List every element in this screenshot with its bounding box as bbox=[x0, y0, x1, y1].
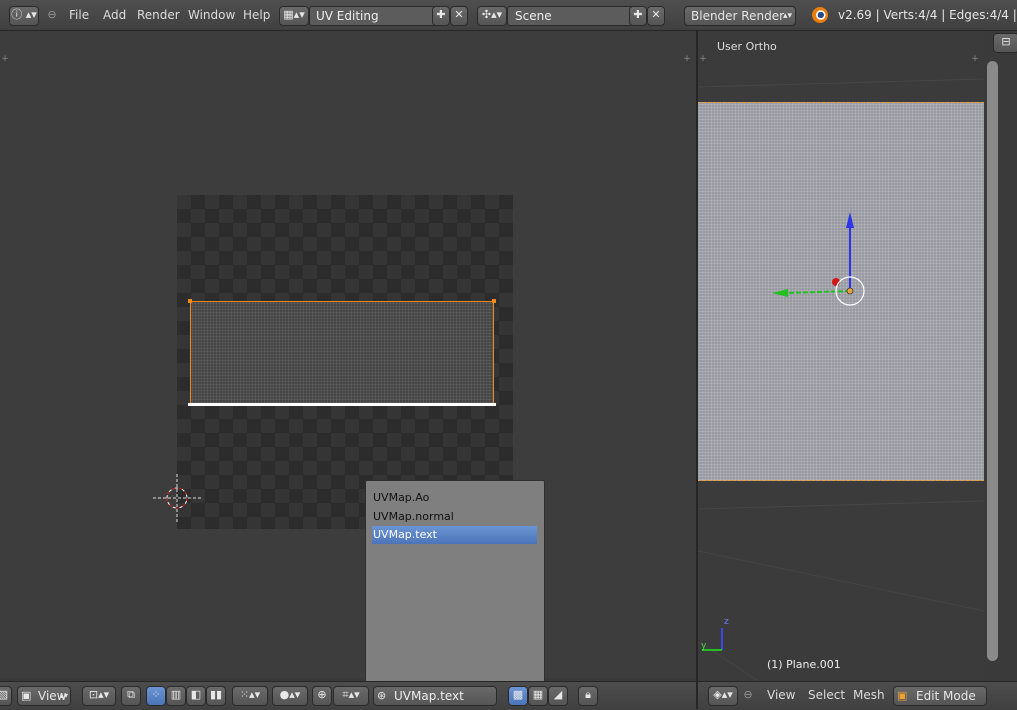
axis-label-y: y bbox=[701, 641, 707, 651]
scene-field[interactable]: Scene bbox=[507, 6, 634, 26]
collapse-menu-icon[interactable]: ⊖ bbox=[742, 687, 754, 703]
uv-map-option-text[interactable]: UVMap.text bbox=[372, 526, 537, 544]
uv-vertex[interactable] bbox=[188, 299, 192, 303]
cube-icon: ◈▴▾ bbox=[713, 688, 733, 701]
display-channel-button[interactable]: ◢ bbox=[548, 686, 568, 706]
blender-logo-icon bbox=[812, 7, 828, 23]
snap-element-selector[interactable]: ⌗▴▾ bbox=[333, 686, 369, 706]
uv-vertex[interactable] bbox=[492, 299, 496, 303]
close-scene-icon[interactable]: ✕ bbox=[647, 6, 665, 26]
viewport-label: User Ortho bbox=[717, 40, 777, 53]
axis-label-z: z bbox=[724, 617, 729, 627]
pivot-point-selector[interactable]: ⊡▴▾ bbox=[82, 686, 116, 706]
region-toggle-left-icon[interactable]: + bbox=[0, 51, 10, 64]
view-menu-dropdown[interactable]: ▣ View ▴▾ bbox=[17, 686, 71, 706]
object-info: (1) Plane.001 bbox=[767, 658, 841, 671]
snap-toggle[interactable]: ⊕ bbox=[312, 686, 332, 706]
lock-icon[interactable]: 🔒︎ bbox=[578, 686, 598, 706]
proportional-edit-selector[interactable]: ●▴▾ bbox=[272, 686, 308, 706]
close-screen-icon[interactable]: ✕ bbox=[450, 6, 468, 26]
menu-view[interactable]: View bbox=[767, 688, 795, 702]
layout-icon: ▦▴▾ bbox=[283, 8, 305, 21]
editor-type-icon[interactable]: ▧ bbox=[0, 686, 12, 706]
add-screen-icon[interactable]: ✚ bbox=[432, 6, 450, 26]
screen-layout-selector[interactable]: ▦▴▾ bbox=[279, 6, 309, 26]
scene-icon: ✣▴▾ bbox=[481, 8, 503, 21]
transform-manipulator[interactable] bbox=[768, 206, 868, 316]
mode-dropdown[interactable]: ▣ Edit Mode bbox=[893, 686, 987, 706]
uv-face[interactable] bbox=[188, 299, 496, 405]
screen-layout-field[interactable]: UV Editing bbox=[309, 6, 437, 26]
region-toggle-left-icon[interactable]: + bbox=[698, 51, 708, 64]
editor-type-icon[interactable]: ⊟ bbox=[993, 33, 1017, 53]
viewport-scrollbar[interactable] bbox=[987, 61, 998, 661]
uv-map-selector[interactable]: ⊛ UVMap.text bbox=[373, 686, 497, 706]
sync-selection-toggle[interactable]: ⧉ bbox=[121, 686, 141, 706]
menu-render[interactable]: Render bbox=[137, 8, 180, 22]
info-header: ⓘ ▴▾ ⊖ File Add Render Window Help ▦▴▾ U… bbox=[0, 0, 1017, 31]
scene-selector[interactable]: ✣▴▾ bbox=[477, 6, 507, 26]
uv-map-field[interactable]: UVMap.text bbox=[394, 687, 464, 705]
menu-file[interactable]: File bbox=[69, 8, 89, 22]
island-select-mode-button[interactable]: ▮▮ bbox=[206, 686, 226, 706]
viewport-toolbar-strip bbox=[984, 31, 1017, 681]
3d-viewport-header: ◈▴▾ ⊖ View Select Mesh ▣ Edit Mode bbox=[698, 681, 1017, 710]
editor-type-selector[interactable]: ⓘ ▴▾ bbox=[9, 6, 39, 26]
menu-help[interactable]: Help bbox=[243, 8, 270, 22]
sync-icon: ⧉ bbox=[127, 688, 135, 701]
image-icon: ▣ bbox=[21, 689, 32, 702]
render-engine-dropdown[interactable]: Blender Render ▴▾ bbox=[684, 6, 796, 26]
3d-viewport[interactable]: User Ortho + + z y (1) Plane.001 bbox=[698, 31, 1017, 681]
menu-select[interactable]: Select bbox=[808, 688, 845, 702]
face-select-mode-button[interactable]: ◧ bbox=[186, 686, 206, 706]
edge-select-mode-button[interactable]: ▥ bbox=[166, 686, 186, 706]
scene-statistics: v2.69 | Verts:4/4 | Edges:4/4 | Faces bbox=[838, 8, 1017, 22]
vertex-select-mode-button[interactable]: ⁘ bbox=[146, 686, 166, 706]
uv-map-dropdown-menu: UVMap.Ao UVMap.normal UVMap.text bbox=[365, 480, 545, 686]
editor-type-selector[interactable]: ◈▴▾ bbox=[708, 686, 738, 706]
region-toggle-right-icon[interactable]: + bbox=[682, 51, 692, 64]
menu-add[interactable]: Add bbox=[103, 8, 126, 22]
uv-selected-edge[interactable] bbox=[188, 403, 496, 406]
pivot-icon: ⊡▴▾ bbox=[88, 688, 110, 701]
uv-image-editor[interactable]: + + bbox=[0, 31, 696, 678]
add-scene-icon[interactable]: ✚ bbox=[629, 6, 647, 26]
info-icon: ⓘ ▴▾ bbox=[11, 8, 37, 21]
render-engine-label: Blender Render bbox=[691, 9, 785, 23]
menu-window[interactable]: Window bbox=[188, 8, 235, 22]
uv-map-browse-icon[interactable]: ⊛ bbox=[377, 688, 386, 704]
dropdown-arrows-icon: ▴▾ bbox=[59, 691, 68, 700]
region-toggle-right-icon[interactable]: + bbox=[970, 51, 980, 64]
cursor-icon bbox=[153, 474, 201, 522]
display-uv-checker-button[interactable]: ▩ bbox=[508, 686, 528, 706]
2d-cursor[interactable] bbox=[153, 474, 201, 522]
mode-label: Edit Mode bbox=[916, 689, 976, 703]
uv-map-option-ao[interactable]: UVMap.Ao bbox=[372, 489, 537, 507]
uv-editor-header: ▧ ▣ View ▴▾ ⊡▴▾ ⧉ ⁘ ▥ ◧ ▮▮ ⁙▴▾ ●▴▾ ⊕ ⌗▴▾… bbox=[0, 681, 696, 710]
display-alpha-button[interactable]: ▦ bbox=[528, 686, 548, 706]
sticky-selection-selector[interactable]: ⁙▴▾ bbox=[232, 686, 268, 706]
dropdown-arrows-icon: ▴▾ bbox=[782, 11, 792, 21]
menu-mesh[interactable]: Mesh bbox=[853, 688, 885, 702]
edit-mode-icon: ▣ bbox=[897, 689, 908, 702]
collapse-menu-icon[interactable]: ⊖ bbox=[45, 7, 59, 23]
uv-map-option-normal[interactable]: UVMap.normal bbox=[372, 508, 537, 526]
